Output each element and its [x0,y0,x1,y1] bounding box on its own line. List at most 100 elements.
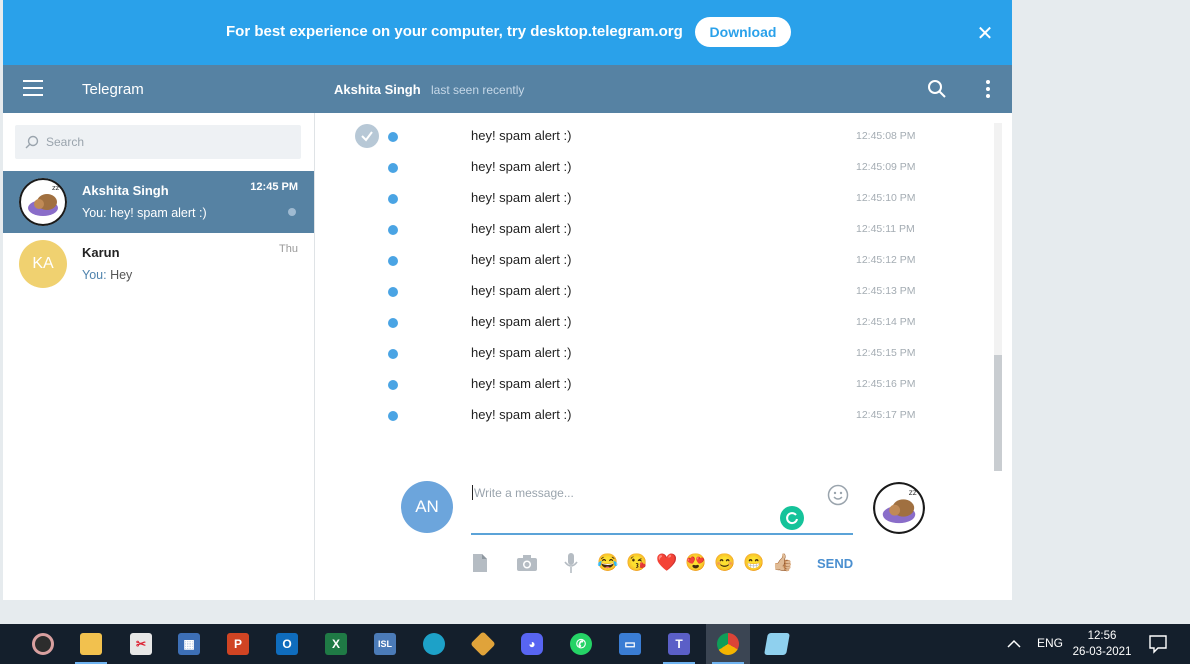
dialog-item-karun[interactable]: KA Karun Thu You: Hey [3,233,314,295]
send-button[interactable]: SEND [817,556,853,571]
message-time: 12:45:10 PM [856,192,916,204]
avatar: KA [19,240,67,288]
message-time: 12:45:15 PM [856,347,916,359]
isl-icon[interactable]: ISL [363,624,407,664]
message-row[interactable]: hey! spam alert :) 12:45:08 PM [315,124,1012,155]
message-row[interactable]: hey! spam alert :) 12:45:17 PM [315,403,1012,434]
search-placeholder: Search [46,135,85,149]
my-avatar: AN [401,481,453,533]
microphone-icon[interactable] [559,551,583,575]
emoji-kiss-icon[interactable]: 😘 [625,551,649,575]
chat-panel: hey! spam alert :) 12:45:08 PM hey! spam a… [315,113,1012,600]
edge-icon[interactable] [412,624,456,664]
emoji-joy-icon[interactable]: 😂 [596,551,620,575]
peer-name[interactable]: Akshita Singh [334,82,421,97]
emoji-grin-icon[interactable]: 😁 [742,551,766,575]
menu-icon[interactable] [23,80,43,98]
file-explorer-icon[interactable] [69,624,113,664]
message-row[interactable]: hey! spam alert :) 12:45:16 PM [315,372,1012,403]
search-input[interactable]: Search [15,125,301,159]
message-preview: Hey [110,268,133,282]
emoji-blush-icon[interactable]: 😊 [713,551,737,575]
sticker-avatar-image: zz [19,178,67,226]
git-icon[interactable] [461,624,505,664]
message-time: 12:45:13 PM [856,285,916,297]
document-icon[interactable] [468,551,492,575]
dialog-time: Thu [279,243,298,255]
search-icon[interactable] [927,79,947,99]
message-time: 12:45:16 PM [856,378,916,390]
message-time: 12:45:17 PM [856,409,916,421]
whatsapp-icon[interactable]: ✆ [559,624,603,664]
download-button[interactable]: Download [695,17,791,47]
message-row[interactable]: hey! spam alert :) 12:45:11 PM [315,217,1012,248]
message-placeholder: Write a message... [474,486,574,500]
clock[interactable]: 12:56 26-03-2021 [1070,628,1134,660]
groove-music-icon[interactable] [21,624,65,664]
message-row[interactable]: hey! spam alert :) 12:45:09 PM [315,155,1012,186]
snipping-tool-icon[interactable]: ✂ [119,624,163,664]
chevron-up-icon[interactable] [1006,634,1022,654]
message-text: hey! spam alert :) [471,128,572,143]
grammarly-icon[interactable] [780,506,804,530]
message-row[interactable]: hey! spam alert :) 12:45:13 PM [315,279,1012,310]
message-time: 12:45:14 PM [856,316,916,328]
peer-avatar[interactable]: zz [873,482,925,534]
message-text: hey! spam alert :) [471,376,572,391]
excel-icon[interactable]: X [314,624,358,664]
app-title: Telegram [82,81,144,98]
clock-time: 12:56 [1087,630,1117,642]
dialog-name: Akshita Singh [82,183,169,198]
remote-desktop-icon[interactable]: ▭ [608,624,652,664]
sticker-avatar-image: zz [873,482,925,534]
emoji-heart-icon[interactable]: ❤️ [655,551,679,575]
notes-icon[interactable] [755,624,799,664]
selected-check-icon[interactable] [355,124,379,148]
smiley-icon[interactable] [827,484,849,506]
dialog-last-message: You: hey! spam alert :) [82,206,207,220]
emoji-heart-eyes-icon[interactable]: 😍 [684,551,708,575]
powerpoint-icon[interactable]: P [216,624,260,664]
unread-indicator [388,163,398,173]
message-row[interactable]: hey! spam alert :) 12:45:10 PM [315,186,1012,217]
message-text: hey! spam alert :) [471,252,572,267]
teams-icon[interactable]: T [657,624,701,664]
dialogs-panel: Search zz Akshita Singh 12:45 PM You: he… [3,113,314,600]
install-banner: For best experience on your computer, tr… [3,0,1012,65]
discord-icon[interactable]: ◕ [510,624,554,664]
avatar: zz [19,178,67,226]
dialog-name: Karun [82,245,120,260]
dialog-item-akshita-singh[interactable]: zz Akshita Singh 12:45 PM You: hey! spam… [3,171,314,233]
dialog-time: 12:45 PM [250,181,298,193]
message-time: 12:45:12 PM [856,254,916,266]
unread-indicator [388,225,398,235]
more-vertical-icon[interactable] [981,79,995,99]
message-row[interactable]: hey! spam alert :) 12:45:15 PM [315,341,1012,372]
text-caret [472,485,473,500]
clock-date: 26-03-2021 [1072,646,1132,658]
message-text: hey! spam alert :) [471,159,572,174]
message-text: hey! spam alert :) [471,283,572,298]
language-indicator[interactable]: ENG [1037,636,1063,650]
camera-icon[interactable] [515,551,539,575]
message-time: 12:45:08 PM [856,130,916,142]
dialog-last-message: You: Hey [82,268,132,282]
message-row[interactable]: hey! spam alert :) 12:45:14 PM [315,310,1012,341]
message-text: hey! spam alert :) [471,314,572,329]
scrollbar-thumb[interactable] [994,355,1002,471]
message-text: hey! spam alert :) [471,190,572,205]
message-row[interactable]: hey! spam alert :) 12:45:12 PM [315,248,1012,279]
outlook-icon[interactable]: O [265,624,309,664]
message-text: hey! spam alert :) [471,345,572,360]
top-header: Telegram Akshita Singh last seen recentl… [3,65,1012,113]
search-icon [25,135,39,149]
calculator-icon[interactable]: ▦ [167,624,211,664]
emoji-thumbs-up-icon[interactable]: 👍🏼 [771,551,795,575]
svg-text:zz: zz [909,488,917,497]
svg-text:zz: zz [52,184,60,192]
unread-indicator [388,349,398,359]
message-text: hey! spam alert :) [471,221,572,236]
notification-icon[interactable] [1148,634,1168,654]
close-icon[interactable]: ✕ [973,21,997,45]
chrome-icon[interactable] [706,624,750,664]
